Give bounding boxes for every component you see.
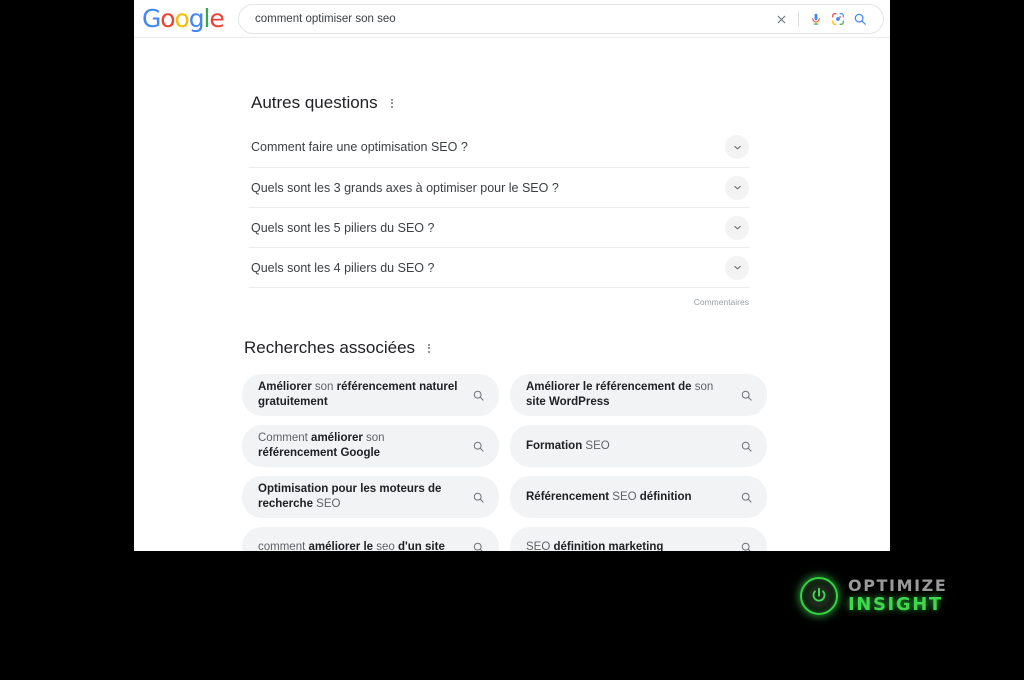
more-options-icon[interactable] <box>424 343 434 354</box>
google-logo-letter-1: o <box>160 4 175 33</box>
related-search-label: Formation SEO <box>526 439 610 452</box>
feedback-link[interactable]: Commentaires <box>694 297 749 307</box>
related-search-label: Améliorer le référencement de son site W… <box>526 381 714 408</box>
search-bar[interactable] <box>238 4 884 34</box>
power-button-icon <box>800 577 838 615</box>
related-search-chip[interactable]: Formation SEO <box>510 425 767 467</box>
chevron-down-icon[interactable] <box>725 175 749 200</box>
people-also-ask-heading: Autres questions <box>251 93 378 112</box>
people-also-ask-question: Comment faire une optimisation SEO ? <box>251 140 468 154</box>
people-also-ask-item[interactable]: Comment faire une optimisation SEO ? <box>249 127 749 167</box>
people-also-ask-item[interactable]: Quels sont les 4 piliers du SEO ? <box>249 247 749 287</box>
people-also-ask-question: Quels sont les 4 piliers du SEO ? <box>251 260 435 275</box>
search-header: Google <box>134 0 890 38</box>
related-search-label: Améliorer son référencement naturel grat… <box>258 381 458 408</box>
related-search-chip[interactable]: Améliorer son référencement naturel grat… <box>242 374 499 416</box>
related-search-label: comment améliorer le seo d'un site <box>258 541 445 551</box>
watermark-line-2: INSIGHT <box>848 594 943 615</box>
people-also-ask-footer: Commentaires <box>249 287 749 310</box>
search-submit-icon[interactable] <box>849 8 871 30</box>
related-searches-section: Recherches associées Améliorer son référ… <box>242 338 767 551</box>
search-bar-divider <box>798 11 799 27</box>
related-search-label: SEO définition marketing <box>526 541 664 551</box>
google-logo-letter-3: g <box>188 4 205 33</box>
google-logo[interactable]: Google <box>142 4 225 33</box>
people-also-ask-title: Autres questions <box>249 93 749 113</box>
related-searches-heading: Recherches associées <box>244 338 416 357</box>
search-icon[interactable] <box>740 440 753 453</box>
search-icon[interactable] <box>472 491 485 504</box>
people-also-ask-section: Autres questions Comment faire une optim… <box>249 93 749 310</box>
related-searches-grid: Améliorer son référencement naturel grat… <box>242 374 767 551</box>
search-icon[interactable] <box>472 541 485 551</box>
related-search-chip[interactable]: Améliorer le référencement de son site W… <box>510 374 767 416</box>
google-logo-letter-0: G <box>142 4 161 33</box>
microphone-icon[interactable] <box>805 8 827 30</box>
search-icon[interactable] <box>740 491 753 504</box>
watermark-text: OPTIMIZE INSIGHT <box>848 578 947 614</box>
watermark-line-1: OPTIMIZE <box>848 576 948 595</box>
related-search-label: Comment améliorer son référencement Goog… <box>258 432 385 459</box>
people-also-ask-question: Quels sont les 3 grands axes à optimiser… <box>251 180 559 195</box>
more-options-icon[interactable] <box>387 98 397 109</box>
related-search-label: Optimisation pour les moteurs de recherc… <box>258 483 442 510</box>
browser-page-panel: Google comment optimiser son seo Autres … <box>134 0 890 551</box>
google-lens-icon[interactable] <box>827 8 849 30</box>
google-logo-letter-2: o <box>174 4 189 33</box>
people-also-ask-question: Quels sont les 5 piliers du SEO ? <box>251 220 435 235</box>
google-logo-letter-5: e <box>209 4 224 33</box>
chevron-down-icon[interactable] <box>725 215 749 240</box>
optimize-insight-watermark: OPTIMIZE INSIGHT <box>800 572 950 620</box>
people-also-ask-item[interactable]: Quels sont les 3 grands axes à optimiser… <box>249 167 749 207</box>
people-also-ask-list: Comment faire une optimisation SEO ? Quel… <box>249 127 749 287</box>
search-icon[interactable] <box>472 389 485 402</box>
related-searches-title: Recherches associées <box>242 338 767 358</box>
related-search-chip[interactable]: Référencement SEO définition <box>510 476 767 518</box>
search-icon[interactable] <box>740 541 753 551</box>
close-icon[interactable] <box>770 8 792 30</box>
related-search-chip[interactable]: Optimisation pour les moteurs de recherc… <box>242 476 499 518</box>
related-search-chip[interactable]: SEO définition marketing <box>510 527 767 551</box>
chevron-down-icon[interactable] <box>725 135 749 159</box>
related-search-chip[interactable]: Comment améliorer son référencement Goog… <box>242 425 499 467</box>
related-search-label: Référencement SEO définition <box>526 490 692 503</box>
people-also-ask-item[interactable]: Quels sont les 5 piliers du SEO ? <box>249 207 749 247</box>
search-icon[interactable] <box>472 440 485 453</box>
search-icon[interactable] <box>740 389 753 402</box>
related-search-chip[interactable]: comment améliorer le seo d'un site <box>242 527 499 551</box>
search-input[interactable] <box>255 13 770 25</box>
chevron-down-icon[interactable] <box>725 255 749 280</box>
